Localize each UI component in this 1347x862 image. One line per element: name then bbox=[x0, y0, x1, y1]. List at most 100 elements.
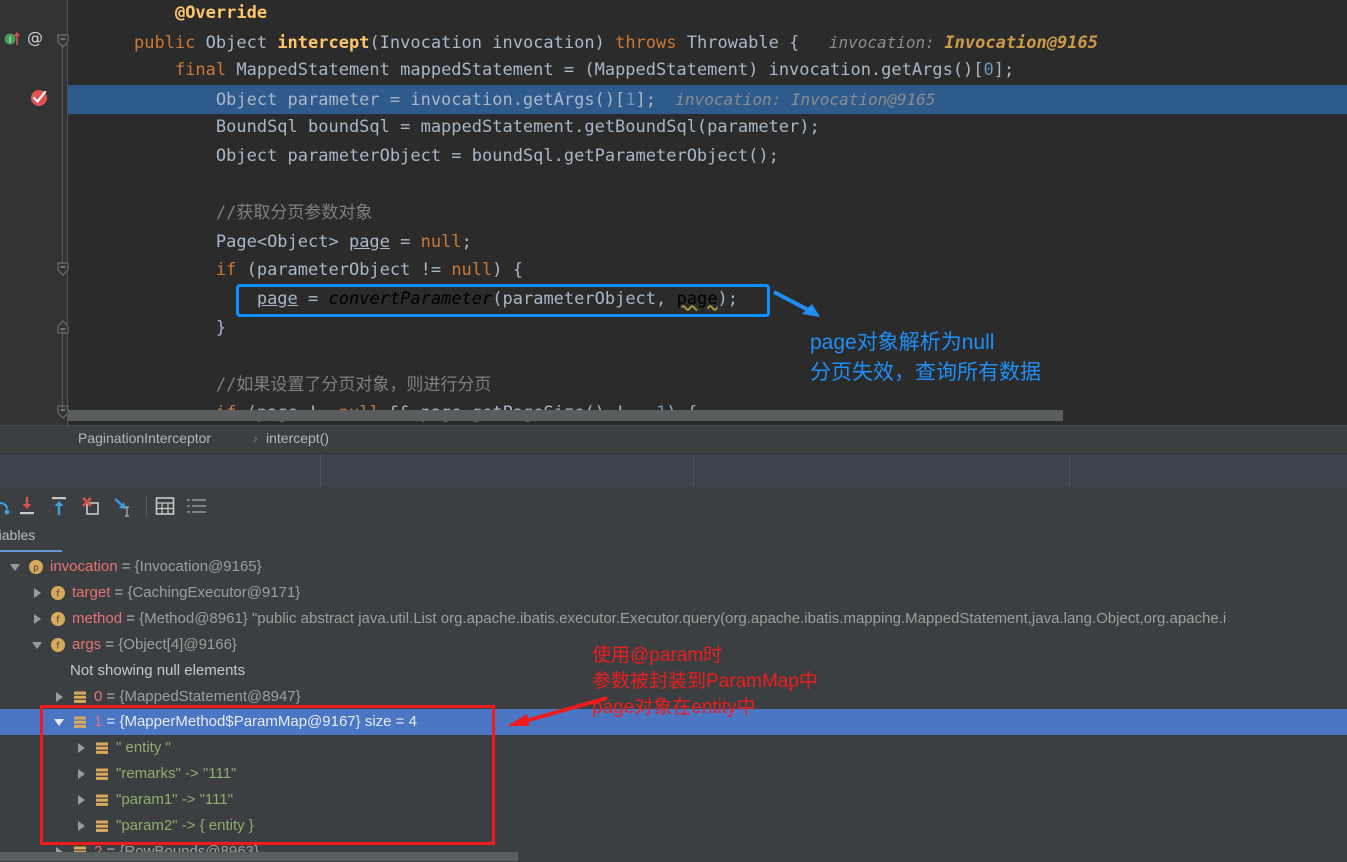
fold-line bbox=[62, 44, 63, 264]
annotation-red-line3: page对象在entity中 bbox=[592, 697, 756, 718]
variables-equals: = bbox=[122, 609, 140, 627]
expander-expand-icon[interactable] bbox=[52, 690, 66, 704]
code-token: Object parameter = invocation.getArgs()[ bbox=[215, 89, 626, 110]
code-editor[interactable]: I @ @Override public Object intercept(In… bbox=[0, 0, 1347, 425]
breadcrumb-separator: › bbox=[253, 430, 258, 446]
code-token: convertParameter bbox=[328, 289, 493, 309]
tool-window-tab-band[interactable] bbox=[0, 453, 1347, 489]
inline-hint-label: invocation: bbox=[809, 32, 945, 52]
annotation-blue: page对象解析为null 分页失效，查询所有数据 bbox=[810, 328, 1041, 388]
variables-row-text: 0 = {MappedStatement@8947} bbox=[94, 684, 301, 710]
code-token: ; bbox=[461, 231, 472, 252]
code-line-text: //获取分页参数对象 bbox=[68, 203, 372, 223]
override-annotation-icon[interactable]: @ bbox=[26, 29, 44, 47]
breadcrumb[interactable]: PaginationInterceptor › intercept() bbox=[0, 425, 1347, 454]
variables-row[interactable]: f method = {Method@8961} "public abstract… bbox=[0, 606, 1347, 632]
code-line[interactable]: Page<Object> page = null; bbox=[68, 228, 1347, 257]
code-lines-container[interactable]: @Override public Object intercept(Invocat… bbox=[68, 0, 1347, 425]
code-token: null bbox=[451, 260, 493, 281]
code-token: 1 bbox=[625, 89, 636, 110]
variables-name: args bbox=[72, 635, 102, 653]
code-line[interactable]: } bbox=[68, 314, 1347, 343]
code-line[interactable]: final MappedStatement mappedStatement = … bbox=[68, 56, 1347, 85]
breakpoint-verified-icon[interactable] bbox=[29, 88, 49, 108]
variables-entry-value: " entity " bbox=[116, 739, 171, 757]
expander-expand-icon[interactable] bbox=[74, 767, 88, 781]
code-line[interactable]: page = convertParameter(parameterObject,… bbox=[68, 285, 1347, 314]
code-line[interactable]: @Override bbox=[68, 0, 1347, 28]
variables-equals: = bbox=[117, 558, 135, 575]
variables-row-text: method = {Method@8961} "public abstract … bbox=[72, 606, 1226, 632]
variables-row[interactable]: p invocation = {Invocation@9165} bbox=[0, 554, 1347, 580]
variables-row[interactable]: "param2" -> { entity } bbox=[0, 813, 1347, 839]
code-token: if bbox=[215, 260, 247, 281]
variables-row[interactable]: "param1" -> "111" bbox=[0, 787, 1347, 813]
variables-row-text: "remarks" -> "111" bbox=[116, 761, 236, 787]
code-token: public bbox=[134, 32, 206, 53]
annotation-blue-line1: page对象解析为null bbox=[810, 331, 995, 354]
code-line[interactable] bbox=[68, 171, 1347, 200]
expander-expand-icon[interactable] bbox=[74, 793, 88, 807]
step-into-icon[interactable] bbox=[16, 495, 38, 517]
svg-text:p: p bbox=[33, 564, 39, 574]
variables-equals: = bbox=[110, 583, 128, 601]
code-token: Object bbox=[205, 32, 278, 53]
variables-name: target bbox=[72, 583, 111, 601]
code-token: Throwable { bbox=[686, 32, 810, 53]
code-token: = bbox=[297, 289, 329, 309]
f-badge-icon: f bbox=[51, 637, 65, 652]
expander-collapse-icon[interactable] bbox=[30, 638, 44, 652]
step-over-icon[interactable] bbox=[0, 495, 12, 517]
editor-gutter[interactable]: I @ bbox=[0, 0, 69, 425]
variables-equals: = bbox=[102, 713, 120, 731]
code-line[interactable] bbox=[68, 342, 1347, 371]
code-token: (Invocation invocation) bbox=[369, 32, 616, 53]
debugger-toolbar[interactable] bbox=[0, 487, 1347, 526]
breadcrumb-item-method[interactable]: intercept() bbox=[266, 430, 329, 446]
code-line[interactable]: //如果设置了分页对象，则进行分页 bbox=[68, 371, 1347, 400]
expander-expand-icon[interactable] bbox=[30, 586, 44, 600]
variables-tab-label[interactable]: riables bbox=[0, 527, 35, 543]
code-token: page bbox=[676, 289, 718, 309]
editor-horizontal-scrollbar[interactable] bbox=[68, 410, 1063, 421]
expander-expand-icon[interactable] bbox=[74, 741, 88, 755]
tab-divider bbox=[320, 454, 321, 488]
array-badge-icon bbox=[74, 691, 86, 703]
variables-horizontal-scrollbar[interactable] bbox=[0, 852, 518, 861]
annotation-red-line1: 使用@param时 bbox=[592, 645, 723, 666]
step-out-icon[interactable] bbox=[48, 495, 70, 517]
variables-row-text: 1 = {MapperMethod$ParamMap@9167} size = … bbox=[94, 709, 417, 735]
code-line-text: Object parameterObject = boundSql.getPar… bbox=[68, 146, 779, 166]
code-line[interactable]: BoundSql boundSql = mappedStatement.getB… bbox=[68, 113, 1347, 142]
implementing-method-icon[interactable]: I bbox=[4, 30, 22, 48]
code-line[interactable]: Object parameter = invocation.getArgs()[… bbox=[68, 84, 1347, 114]
force-step-into-icon[interactable] bbox=[80, 495, 102, 517]
variables-row[interactable]: f target = {CachingExecutor@9171} bbox=[0, 580, 1347, 606]
code-line-text: BoundSql boundSql = mappedStatement.getB… bbox=[68, 117, 820, 137]
f-badge-icon: f bbox=[51, 585, 65, 600]
variables-equals: = bbox=[101, 635, 119, 653]
variables-row[interactable]: " entity " bbox=[0, 735, 1347, 761]
fold-line bbox=[62, 330, 63, 412]
breadcrumb-item-class[interactable]: PaginationInterceptor bbox=[78, 430, 211, 446]
smart-step-into-icon[interactable] bbox=[112, 495, 134, 517]
expander-expand-icon[interactable] bbox=[74, 819, 88, 833]
variables-name: invocation bbox=[50, 558, 118, 575]
code-token: (parameterObject != bbox=[246, 260, 452, 281]
variables-entry-value: "remarks" -> "111" bbox=[116, 765, 237, 783]
code-line[interactable]: //获取分页参数对象 bbox=[68, 199, 1347, 228]
code-token: = bbox=[389, 231, 421, 252]
code-line[interactable]: if (parameterObject != null) { bbox=[68, 256, 1347, 285]
annotation-blue-line2: 分页失效，查询所有数据 bbox=[810, 361, 1041, 384]
expander-collapse-icon[interactable] bbox=[8, 560, 22, 574]
code-line-text: final MappedStatement mappedStatement = … bbox=[68, 60, 1014, 80]
code-line[interactable]: public Object intercept(Invocation invoc… bbox=[68, 28, 1347, 57]
annotation-red-line2: 参数被封装到ParamMap中 bbox=[592, 671, 818, 692]
expander-collapse-icon[interactable] bbox=[52, 715, 66, 729]
code-line[interactable]: Object parameterObject = boundSql.getPar… bbox=[68, 142, 1347, 171]
variables-extra: size = 4 bbox=[360, 713, 417, 731]
expander-expand-icon[interactable] bbox=[30, 612, 44, 626]
evaluate-expression-icon[interactable] bbox=[154, 495, 176, 517]
show-frames-list-icon[interactable] bbox=[186, 495, 208, 517]
variables-row[interactable]: "remarks" -> "111" bbox=[0, 761, 1347, 787]
